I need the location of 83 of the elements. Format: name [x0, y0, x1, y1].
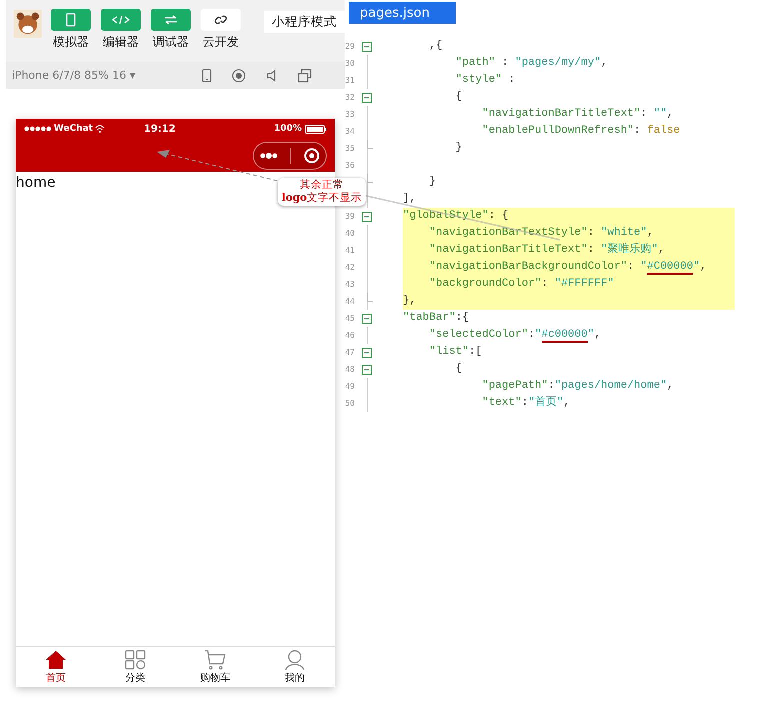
code-line: "list":[	[428, 345, 484, 360]
signal-icon	[24, 126, 52, 132]
line-number: 30	[345, 59, 355, 68]
code-line: "navigationBarTitleText": "",	[481, 107, 675, 122]
code-line: "tabBar":{	[403, 311, 470, 326]
fold-end-icon	[366, 140, 372, 149]
cloud-button[interactable]	[201, 9, 241, 31]
line-number: 35	[345, 144, 355, 153]
carrier-name: WeChat	[54, 124, 94, 134]
record-icon[interactable]	[232, 68, 246, 82]
collapse-icon[interactable]	[362, 42, 372, 52]
status-time: 19:12	[144, 124, 177, 134]
wifi-icon	[95, 125, 106, 133]
code-line: {	[454, 90, 464, 105]
line-number: 31	[345, 76, 355, 85]
line-number: 44	[345, 297, 355, 306]
code-line: "selectedColor":"#c00000",	[428, 328, 602, 344]
tab-bar-item[interactable]: 我的	[255, 647, 335, 687]
code-line: "enablePullDownRefresh": false	[481, 124, 682, 139]
link-icon	[214, 14, 228, 26]
line-number: 40	[345, 229, 355, 238]
cart-icon	[204, 650, 226, 670]
line-number: 47	[345, 348, 355, 357]
swap-icon	[164, 15, 178, 25]
toolbar-label: 模拟器	[53, 34, 89, 51]
collapse-icon[interactable]	[362, 348, 372, 358]
line-number: 32	[345, 93, 355, 102]
simulator-button[interactable]	[51, 9, 91, 31]
toolbar-label: 编辑器	[103, 34, 139, 51]
line-number: 29	[345, 42, 355, 51]
debugger-button[interactable]	[151, 9, 191, 31]
tab-bar-item[interactable]: 分类	[96, 647, 176, 687]
line-number: 50	[345, 399, 355, 408]
grid-icon	[124, 650, 147, 670]
avatar-icon	[14, 9, 42, 39]
page-text: home	[16, 175, 56, 191]
line-number: 46	[345, 331, 355, 340]
phone-icon	[66, 13, 76, 27]
line-number: 39	[345, 212, 355, 221]
line-number: 49	[345, 382, 355, 391]
code-line: "text":"首页",	[481, 395, 572, 411]
person-icon	[284, 650, 306, 670]
line-number: 43	[345, 280, 355, 289]
mode-selector[interactable]: 小程序模式	[264, 11, 345, 33]
capsule-button[interactable]	[253, 142, 327, 170]
code-line: "style" :	[454, 73, 516, 88]
code-icon	[112, 15, 130, 25]
windows-icon[interactable]	[298, 68, 312, 82]
fold-end-icon	[366, 293, 372, 302]
code-line: }	[454, 141, 464, 156]
collapse-icon[interactable]	[362, 92, 372, 102]
tab-bar-item[interactable]: 购物车	[176, 647, 256, 687]
phone-icon[interactable]	[202, 68, 212, 82]
close-icon[interactable]	[304, 148, 320, 164]
file-tab[interactable]: pages.json	[349, 2, 456, 24]
collapse-icon[interactable]	[362, 212, 372, 222]
editor-button[interactable]	[101, 9, 141, 31]
line-number: 41	[345, 246, 355, 255]
collapse-icon[interactable]	[362, 314, 372, 324]
line-number: 45	[345, 314, 355, 323]
line-number: 34	[345, 127, 355, 136]
more-icon[interactable]	[260, 152, 278, 158]
code-line: }	[428, 175, 438, 190]
toolbar-label: 调试器	[153, 34, 189, 51]
line-number: 33	[345, 110, 355, 119]
collapse-icon[interactable]	[362, 364, 372, 374]
code-line: "pagePath":"pages/home/home",	[481, 379, 675, 394]
tab-bar-item[interactable]: 首页	[16, 647, 96, 687]
fold-end-icon	[366, 174, 372, 183]
speaker-icon[interactable]	[266, 68, 278, 82]
home-icon	[44, 650, 67, 670]
code-line: ,{	[428, 39, 444, 54]
battery-icon	[305, 124, 327, 134]
line-number: 42	[345, 263, 355, 272]
capsule-divider	[290, 148, 292, 164]
code-line: ],	[403, 192, 418, 207]
code-line: "path" : "pages/my/my",	[454, 56, 609, 71]
line-number: 48	[345, 365, 355, 374]
code-line: {	[454, 362, 464, 377]
annotation-callout: 其余正常 logo文字不显示	[278, 178, 366, 206]
toolbar-label: 云开发	[203, 34, 239, 51]
battery-level: 100%	[274, 124, 302, 134]
line-number: 36	[345, 161, 355, 170]
